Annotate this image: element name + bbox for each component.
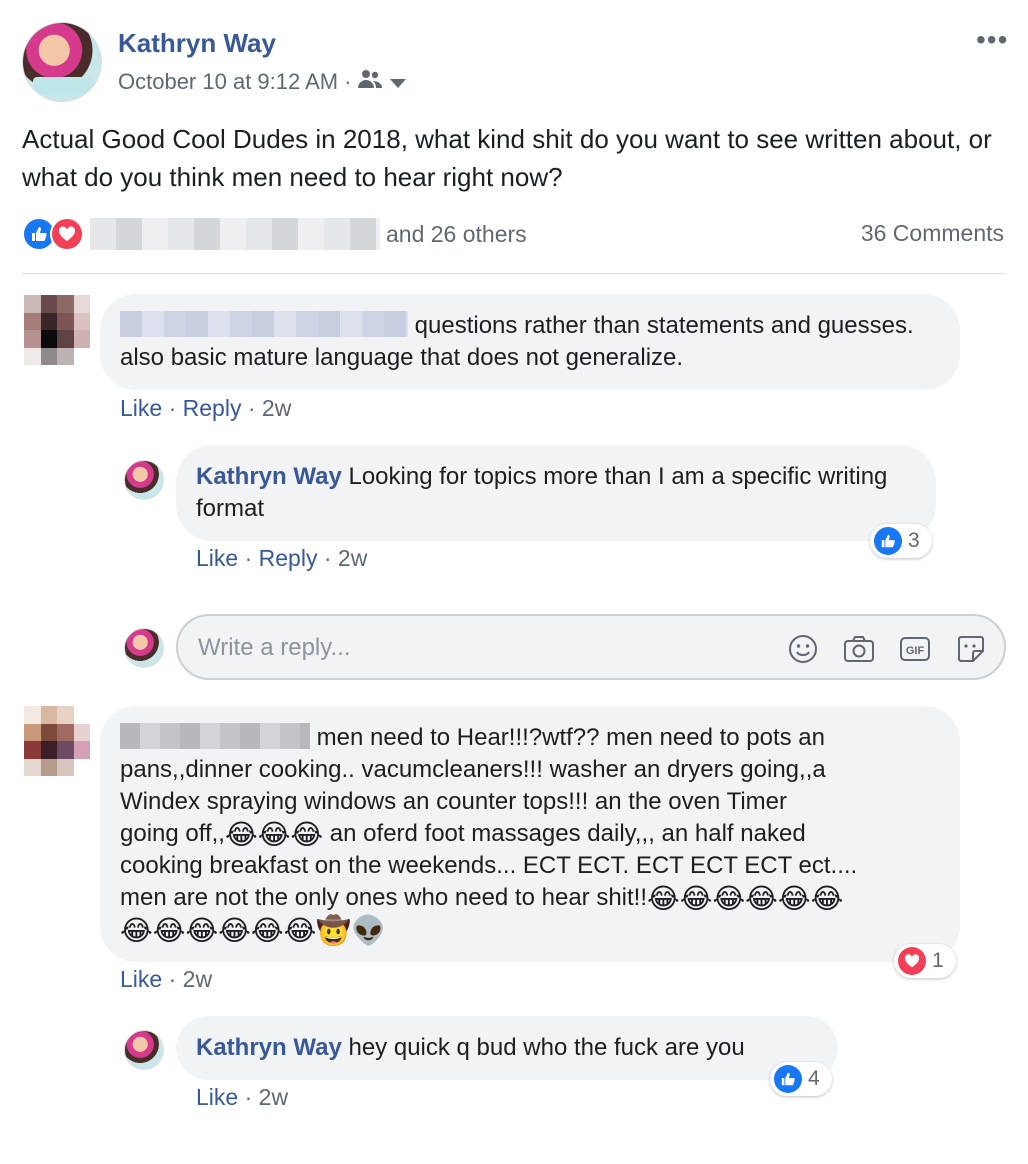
laughing-emoji: 😂 [257,819,291,850]
commenter-avatar[interactable] [24,706,90,776]
reply-link[interactable]: Reply [183,395,242,421]
reply-actions: Like · 2w [196,1084,288,1111]
cowboy-emoji: 🤠 [316,915,352,946]
comment-actions: Like · Reply · 2w [120,395,291,422]
more-options-icon[interactable]: ••• [976,24,1008,56]
laughing-emoji: 😂 [185,915,219,946]
laughing-emoji: 😂 [120,915,153,946]
action-separator: · [247,395,256,421]
author-avatar[interactable] [22,22,102,102]
comment-text-line: men are not the only ones who need to he… [120,884,648,911]
like-link[interactable]: Like [120,395,162,421]
like-link[interactable]: Like [196,545,238,571]
comment-time[interactable]: 2w [183,966,212,992]
laughing-emoji: 😂 [250,915,284,946]
friends-icon[interactable] [357,68,383,96]
reply-author-name[interactable]: Kathryn Way [196,1034,342,1061]
laughing-emoji: 😂 [647,883,680,914]
post-meta: October 10 at 9:12 AM · [118,68,407,96]
reactions-summary[interactable]: and 26 others [22,217,527,251]
reply-link[interactable]: Reply [259,545,318,571]
reply-bubble: Kathryn Way Looking for topics more than… [176,445,936,541]
alien-emoji: 👽 [351,915,387,946]
action-separator: · [244,545,253,571]
like-reaction-icon [874,527,902,555]
comment-time[interactable]: 2w [259,1084,288,1110]
reaction-count: 4 [808,1067,820,1090]
laughing-emoji: 😂 [745,883,778,914]
comment-time[interactable]: 2w [338,545,367,571]
laughing-emoji: 😂 [712,883,746,914]
laughing-emoji: 😂 [218,915,251,946]
svg-text:GIF: GIF [906,645,925,657]
comment-bubble: questions rather than statements and gue… [100,294,960,390]
meta-separator: · [344,69,352,94]
laughing-emoji: 😂 [290,819,324,850]
comment-text-line: pans,,dinner cooking.. vacumcleaners!!! … [120,756,826,783]
reply-input[interactable]: Write a reply... GIF [176,614,1006,680]
reply-author-avatar[interactable] [124,460,164,500]
reply-author-avatar[interactable] [124,1030,164,1070]
action-separator: · [168,966,177,992]
laughing-emoji: 😂 [152,915,186,946]
commenter-avatar[interactable] [24,295,90,365]
action-separator: · [323,545,332,571]
divider [22,273,1006,274]
blurred-commenter-name [120,723,310,749]
reply-bubble: Kathryn Way hey quick q bud who the fuck… [176,1016,838,1080]
comment-bubble: men need to Hear!!!?wtf?? men need to po… [100,706,960,962]
reaction-count-pill[interactable]: 4 [770,1062,832,1096]
reaction-count: 3 [908,529,920,552]
comment-text-line: men need to Hear!!!?wtf?? men need to po… [316,724,825,751]
love-reaction-icon [898,947,926,975]
chevron-down-icon[interactable] [389,69,407,95]
action-separator: · [244,1084,253,1110]
like-link[interactable]: Like [196,1084,238,1110]
laughing-emoji: 😂 [224,819,258,850]
reaction-count-pill[interactable]: 1 [894,944,956,978]
post-timestamp[interactable]: October 10 at 9:12 AM [118,69,338,95]
action-separator: · [168,395,177,421]
comments-count[interactable]: 36 Comments [861,220,1004,247]
comment-actions: Like · 2w [120,966,212,993]
comment-text-line: Windex spraying windows an counter tops!… [120,788,788,815]
reply-text: hey quick q bud who the fuck are you [341,1034,745,1061]
post-author-name[interactable]: Kathryn Way [118,28,276,59]
sticker-icon[interactable] [954,632,988,666]
reply-author-name[interactable]: Kathryn Way [196,463,342,490]
post-text: Actual Good Cool Dudes in 2018, what kin… [22,124,992,192]
reaction-count-pill[interactable]: 3 [870,524,932,558]
comment-text-line: an oferd foot massages daily,,, an half … [323,820,806,847]
reply-actions: Like · Reply · 2w [196,545,367,572]
comment-text-line: going off,, [120,820,225,847]
comment-time[interactable]: 2w [262,395,291,421]
laughing-emoji: 😂 [679,883,713,914]
blurred-commenter-name [120,311,408,337]
like-link[interactable]: Like [120,966,162,992]
reply-placeholder: Write a reply... [198,634,351,661]
current-user-avatar [124,628,164,668]
comment-text-line: cooking breakfast on the weekends... ECT… [120,852,858,879]
blurred-reactor-names [90,218,380,250]
gif-icon[interactable]: GIF [898,632,932,666]
emoji-icon[interactable] [786,632,820,666]
reactions-others-text[interactable]: and 26 others [386,221,527,248]
reaction-count: 1 [932,949,944,972]
laughing-emoji: 😂 [283,915,317,946]
laughing-emoji: 😂 [777,883,811,914]
camera-icon[interactable] [842,632,876,666]
like-reaction-icon [774,1065,802,1093]
laughing-emoji: 😂 [810,883,844,914]
love-reaction-icon [50,217,84,251]
